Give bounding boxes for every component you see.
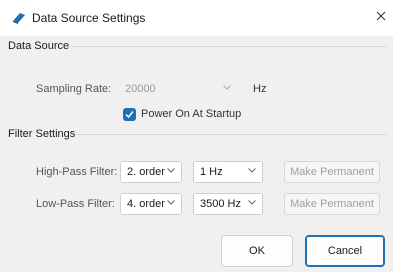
sampling-rate-unit: Hz (253, 83, 267, 95)
high-pass-order-value: 2. order (127, 166, 165, 178)
dialog-body: Data Source Sampling Rate: 20000 Hz Powe… (0, 36, 393, 272)
high-pass-label: High-Pass Filter: (36, 166, 118, 178)
chevron-down-icon (223, 85, 231, 90)
checkmark-icon (125, 111, 134, 119)
low-pass-label: Low-Pass Filter: (36, 198, 115, 210)
app-icon (12, 12, 26, 24)
sampling-rate-combo: 20000 (118, 78, 238, 100)
chevron-down-icon (167, 168, 175, 173)
filter-settings-group-label: Filter Settings (6, 128, 78, 140)
power-on-label[interactable]: Power On At Startup (141, 108, 241, 120)
low-pass-order-select[interactable]: 4. order (120, 193, 182, 215)
sampling-rate-label: Sampling Rate: (36, 83, 112, 95)
low-pass-order-value: 4. order (127, 198, 165, 210)
high-pass-make-permanent-button[interactable]: Make Permanent (284, 161, 380, 183)
high-pass-frequency-value: 1 Hz (200, 166, 223, 178)
cancel-button[interactable]: Cancel (305, 235, 385, 267)
title-bar: Data Source Settings (0, 0, 393, 36)
ok-button[interactable]: OK (221, 235, 293, 267)
low-pass-frequency-select[interactable]: 3500 Hz (193, 193, 263, 215)
low-pass-make-permanent-button[interactable]: Make Permanent (284, 193, 380, 215)
chevron-down-icon (248, 200, 256, 205)
sampling-rate-value: 20000 (125, 83, 156, 95)
high-pass-order-select[interactable]: 2. order (120, 161, 182, 183)
data-source-group-label: Data Source (6, 40, 72, 52)
window-title: Data Source Settings (32, 11, 146, 25)
chevron-down-icon (167, 200, 175, 205)
chevron-down-icon (248, 168, 256, 173)
close-icon (376, 11, 386, 21)
power-on-checkbox[interactable] (123, 108, 136, 121)
high-pass-frequency-select[interactable]: 1 Hz (193, 161, 263, 183)
close-button[interactable] (369, 4, 393, 28)
low-pass-frequency-value: 3500 Hz (200, 198, 241, 210)
